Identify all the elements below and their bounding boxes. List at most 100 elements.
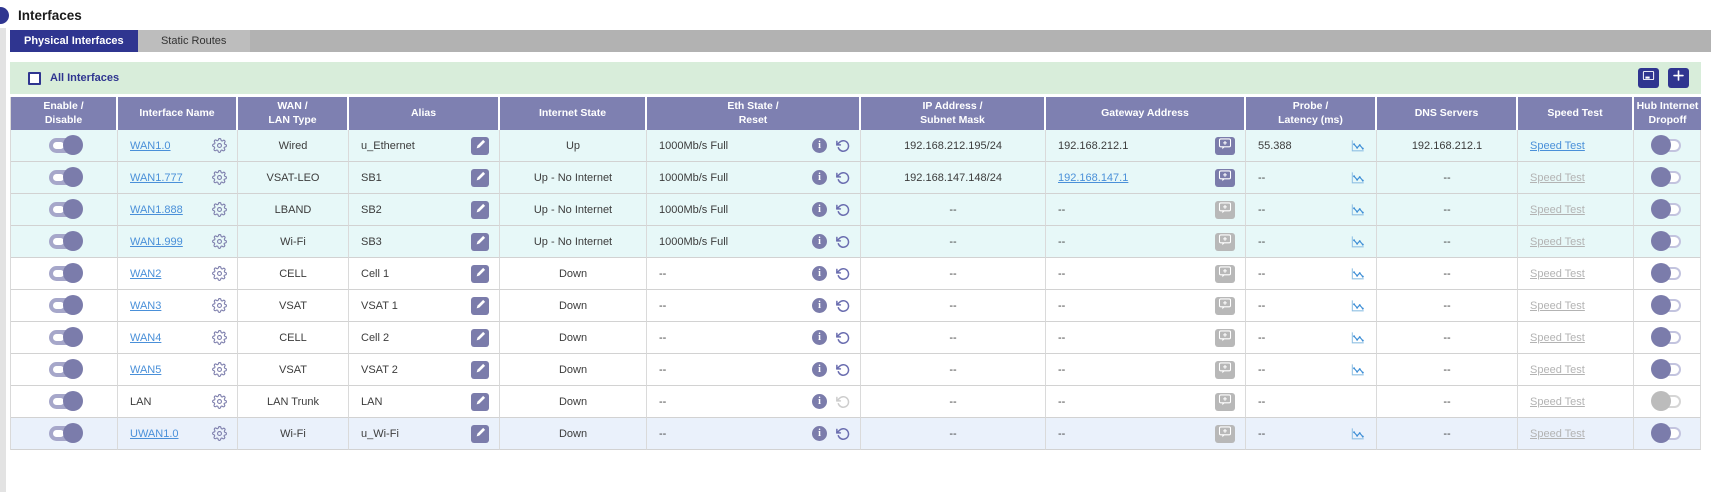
edit-alias-button[interactable] [471,265,489,283]
speed-test-link[interactable]: Speed Test [1530,396,1585,408]
info-icon[interactable]: i [812,394,827,409]
enable-toggle[interactable] [49,202,80,217]
hub-dropoff-toggle[interactable] [1653,203,1681,216]
info-icon[interactable]: i [812,426,827,441]
settings-gear-icon[interactable] [212,170,227,185]
speed-test-link[interactable]: Speed Test [1530,428,1585,440]
reset-icon[interactable] [836,299,850,313]
settings-gear-icon[interactable] [212,426,227,441]
hub-dropoff-toggle[interactable] [1653,171,1681,184]
monitor-plus-icon [1218,297,1232,314]
reset-icon[interactable] [836,171,850,185]
speed-test-link[interactable]: Speed Test [1530,332,1585,344]
info-icon[interactable]: i [812,330,827,345]
tab-physical-interfaces[interactable]: Physical Interfaces [10,30,138,52]
ip-address: -- [949,236,956,248]
edit-alias-button[interactable] [471,425,489,443]
hub-dropoff-toggle[interactable] [1653,363,1681,376]
settings-gear-icon[interactable] [212,234,227,249]
info-icon[interactable]: i [812,138,827,153]
interface-name-link[interactable]: WAN4 [130,332,161,344]
info-icon[interactable]: i [812,202,827,217]
settings-gear-icon[interactable] [212,202,227,217]
settings-gear-icon[interactable] [212,266,227,281]
speed-test-link[interactable]: Speed Test [1530,364,1585,376]
enable-toggle[interactable] [49,298,80,313]
enable-toggle[interactable] [49,138,80,153]
probe-value: 55.388 [1258,140,1292,152]
latency-graph-icon[interactable] [1350,235,1366,249]
latency-graph-icon[interactable] [1350,171,1366,185]
hub-dropoff-toggle[interactable] [1653,331,1681,344]
latency-graph-icon[interactable] [1350,363,1366,377]
speed-test-link[interactable]: Speed Test [1530,140,1585,152]
hub-dropoff-toggle[interactable] [1653,267,1681,280]
gateway-console-button[interactable] [1215,137,1235,155]
all-interfaces-checkbox[interactable] [28,72,41,85]
ip-address: -- [949,204,956,216]
hub-dropoff-toggle[interactable] [1653,299,1681,312]
interface-name-link[interactable]: WAN1.888 [130,204,183,216]
info-icon[interactable]: i [812,234,827,249]
reset-icon[interactable] [836,363,850,377]
reset-icon[interactable] [836,427,850,441]
reset-icon[interactable] [836,203,850,217]
latency-graph-icon[interactable] [1350,139,1366,153]
gateway-address[interactable]: 192.168.147.1 [1058,172,1128,184]
hub-dropoff-toggle[interactable] [1653,139,1681,152]
settings-gear-icon[interactable] [212,362,227,377]
edit-alias-button[interactable] [471,169,489,187]
reset-icon[interactable] [836,267,850,281]
settings-gear-icon[interactable] [212,394,227,409]
latency-graph-icon[interactable] [1350,203,1366,217]
latency-graph-icon[interactable] [1350,331,1366,345]
interface-name-link[interactable]: WAN5 [130,364,161,376]
speed-test-link[interactable]: Speed Test [1530,236,1585,248]
info-icon[interactable]: i [812,266,827,281]
gateway-console-button[interactable] [1215,169,1235,187]
speed-test-link[interactable]: Speed Test [1530,172,1585,184]
latency-graph-icon[interactable] [1350,427,1366,441]
interface-name-link[interactable]: WAN2 [130,268,161,280]
panel-button[interactable] [1638,68,1659,88]
info-icon[interactable]: i [812,298,827,313]
enable-toggle[interactable] [49,234,80,249]
info-icon[interactable]: i [812,362,827,377]
enable-toggle[interactable] [49,394,80,409]
edit-alias-button[interactable] [471,393,489,411]
enable-toggle[interactable] [49,362,80,377]
enable-toggle[interactable] [49,170,80,185]
enable-toggle[interactable] [49,426,80,441]
edit-alias-button[interactable] [471,233,489,251]
settings-gear-icon[interactable] [212,298,227,313]
settings-gear-icon[interactable] [212,330,227,345]
interface-name-link[interactable]: WAN3 [130,300,161,312]
hub-dropoff-toggle[interactable] [1653,427,1681,440]
hub-dropoff-toggle[interactable] [1653,235,1681,248]
latency-graph-icon[interactable] [1350,267,1366,281]
interface-name-link[interactable]: WAN1.777 [130,172,183,184]
speed-test-link[interactable]: Speed Test [1530,204,1585,216]
edit-alias-button[interactable] [471,297,489,315]
latency-graph-icon[interactable] [1350,299,1366,313]
tab-static-routes[interactable]: Static Routes [138,30,250,52]
interface-name-link[interactable]: WAN1.999 [130,236,183,248]
interface-name-link[interactable]: UWAN1.0 [130,428,179,440]
settings-gear-icon[interactable] [212,138,227,153]
add-button[interactable] [1668,68,1689,88]
enable-toggle[interactable] [49,330,80,345]
edit-alias-button[interactable] [471,201,489,219]
enable-toggle[interactable] [49,266,80,281]
reset-icon[interactable] [836,139,850,153]
speed-test-link[interactable]: Speed Test [1530,268,1585,280]
info-icon[interactable]: i [812,170,827,185]
edit-alias-button[interactable] [471,329,489,347]
speed-test-link[interactable]: Speed Test [1530,300,1585,312]
monitor-plus-icon [1218,393,1232,410]
probe-value: -- [1258,268,1265,280]
reset-icon[interactable] [836,235,850,249]
edit-alias-button[interactable] [471,137,489,155]
interface-name-link[interactable]: WAN1.0 [130,140,171,152]
edit-alias-button[interactable] [471,361,489,379]
reset-icon[interactable] [836,331,850,345]
